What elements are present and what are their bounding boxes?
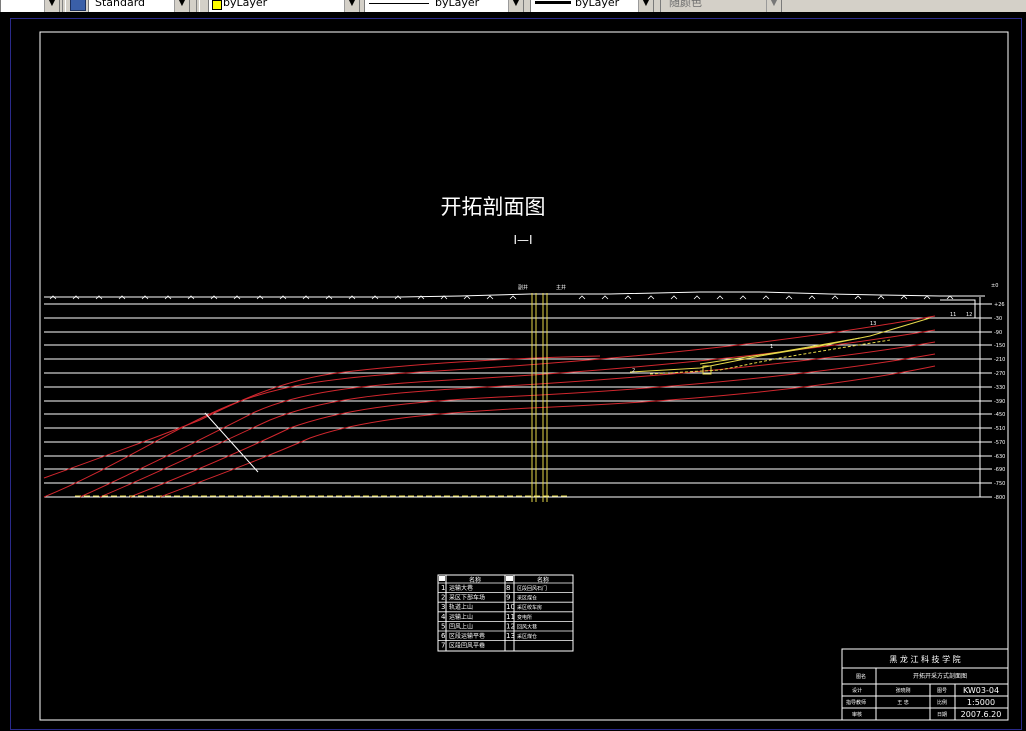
coal-seam-line	[43, 355, 601, 479]
legend-item-number: 9	[506, 594, 510, 602]
elevation-label: -210	[994, 357, 1005, 363]
elevation-label: -630	[994, 454, 1005, 460]
legend-item-name: 轨道上山	[449, 603, 473, 611]
terrain-hatch-mark	[762, 295, 770, 300]
teacher-name: 王 忠	[897, 700, 909, 706]
terrain-hatch-mark	[486, 295, 494, 300]
legend-item-number: 7	[441, 642, 445, 650]
elevation-label: -570	[994, 440, 1005, 446]
elevation-label: +26	[994, 302, 1005, 308]
terrain-hatch-mark	[923, 295, 931, 300]
legend-item-name: 回风上山	[449, 622, 473, 630]
terrain-hatch-mark	[716, 295, 724, 300]
legend-item-name: 运输大巷	[449, 584, 473, 592]
design-label: 设计	[852, 687, 862, 694]
elevation-label: -750	[994, 481, 1005, 487]
teacher-label: 指导教师	[846, 699, 866, 706]
legend-item-name: 回风大巷	[517, 623, 537, 630]
terrain-hatch-mark	[624, 295, 632, 300]
drawing-subtitle: I—I	[513, 233, 532, 247]
elevation-label: -150	[994, 343, 1005, 349]
date-label: 日期	[937, 712, 947, 718]
terrain-surface-line	[44, 291, 985, 298]
legend-header-cell	[439, 576, 445, 581]
seam-label: 12	[966, 312, 972, 318]
title-block: 黑 龙 江 科 技 学 院 图名 开拓开采方式剖面图 设计 张晓刚 图号 KW0…	[841, 648, 1009, 721]
legend-item-number: 6	[441, 632, 446, 640]
terrain-hatch-mark	[831, 295, 839, 300]
drawing-no: KW03-04	[963, 686, 999, 695]
legend-item-number: 8	[506, 584, 510, 592]
scale-label: 比例	[937, 699, 947, 706]
legend-item-name: 采区下部车场	[449, 594, 485, 602]
coal-seams	[43, 315, 936, 498]
designer-name: 张晓刚	[895, 687, 910, 694]
terrain-hatch-mark	[601, 295, 609, 300]
elevation-label: -800	[994, 495, 1005, 501]
terrain-hatch-mark	[854, 295, 862, 300]
legend-item-name: 区段运输平巷	[449, 632, 485, 640]
seam-label: 11	[950, 312, 956, 318]
seam-label: 1	[770, 344, 773, 350]
legend-item-number: 11	[506, 613, 515, 621]
terrain-hatch-mark	[647, 295, 655, 300]
drawing-name-label: 图名	[856, 673, 866, 680]
review-label: 审核	[852, 711, 862, 718]
terrain-hatch-mark	[463, 295, 471, 300]
legend-item-name: 采区煤仓	[517, 595, 537, 602]
shaft-label-aux: 副井	[518, 284, 528, 291]
legend-item-number: 1	[441, 584, 445, 592]
school-name: 黑 龙 江 科 技 学 院	[889, 654, 960, 664]
terrain-hatch-mark	[900, 295, 908, 300]
legend-item-name: 区段回风石门	[517, 585, 547, 592]
scale-value: 1:5000	[967, 698, 995, 707]
elevation-label: -690	[994, 467, 1005, 473]
elevation-labels: +26 -30 -90 -150 -210 -270 -330 -390 -450 -510 -57…	[980, 302, 1005, 501]
terrain-elevation-label: ±0	[991, 283, 998, 289]
legend-rows: 1 运输大巷 2 采区下部车场 3 轨道上山4 运输上山 5 回风上山6 区段运输平巷 7 区段回风平…	[438, 582, 573, 650]
cad-drawing[interactable]: 开拓剖面图 I—I +26 -30 -90 -150 -210 -270 -330 -390 -…	[0, 0, 1026, 731]
legend-table: 名称 名称 1 运输大巷2 采区下部车场3 轨道上山4 运输上山5 回风上山6 区段运输平巷…	[437, 574, 574, 652]
date-value: 2007.6.20	[961, 710, 1002, 719]
drawing-name: 开拓开采方式剖面图	[913, 672, 967, 680]
legend-header-cell	[506, 576, 513, 581]
coal-seam-line	[43, 315, 936, 498]
legend-item-number: 4	[441, 613, 446, 621]
elevation-label: -30	[994, 316, 1002, 322]
shafts	[531, 293, 548, 502]
legend-item-name: 变电所	[517, 614, 532, 621]
elevation-label: -270	[994, 371, 1005, 377]
legend-item-name: 区段回风平巷	[449, 642, 485, 650]
elevation-label: -330	[994, 385, 1005, 391]
drawing-no-label: 图号	[937, 688, 947, 694]
legend-item-number: 13	[506, 632, 515, 640]
district-roadway-line	[699, 337, 861, 365]
terrain-hatch-mark	[785, 295, 793, 300]
legend-item-name: 采区煤仓	[517, 633, 537, 640]
elevation-label: -390	[994, 399, 1005, 405]
terrain-hatch-mark	[509, 295, 517, 300]
elevation-label: -510	[994, 426, 1005, 432]
terrain-hatch-mark	[693, 295, 701, 300]
legend-item-number: 3	[441, 603, 445, 611]
elevation-lines	[44, 303, 980, 498]
shaft-label-main: 主井	[556, 284, 566, 291]
legend-item-name: 采区绞车房	[517, 604, 542, 611]
seam-label: 2	[632, 368, 635, 374]
terrain-hatch-mark	[877, 295, 885, 300]
terrain-hatch-mark	[739, 295, 747, 300]
elevation-label: -90	[994, 330, 1002, 336]
elevation-label: -450	[994, 412, 1005, 418]
terrain-hatch-mark	[578, 295, 586, 300]
legend-item-name: 运输上山	[449, 613, 473, 621]
drawing-title: 开拓剖面图	[441, 195, 546, 219]
legend-item-number: 12	[506, 622, 515, 630]
seam-label: 13	[870, 321, 876, 327]
legend-item-number: 2	[441, 594, 445, 602]
legend-item-number: 10	[506, 603, 515, 611]
terrain-hatch-mark	[670, 295, 678, 300]
terrain-hatch-mark	[808, 295, 816, 300]
legend-item-number: 5	[441, 622, 445, 630]
